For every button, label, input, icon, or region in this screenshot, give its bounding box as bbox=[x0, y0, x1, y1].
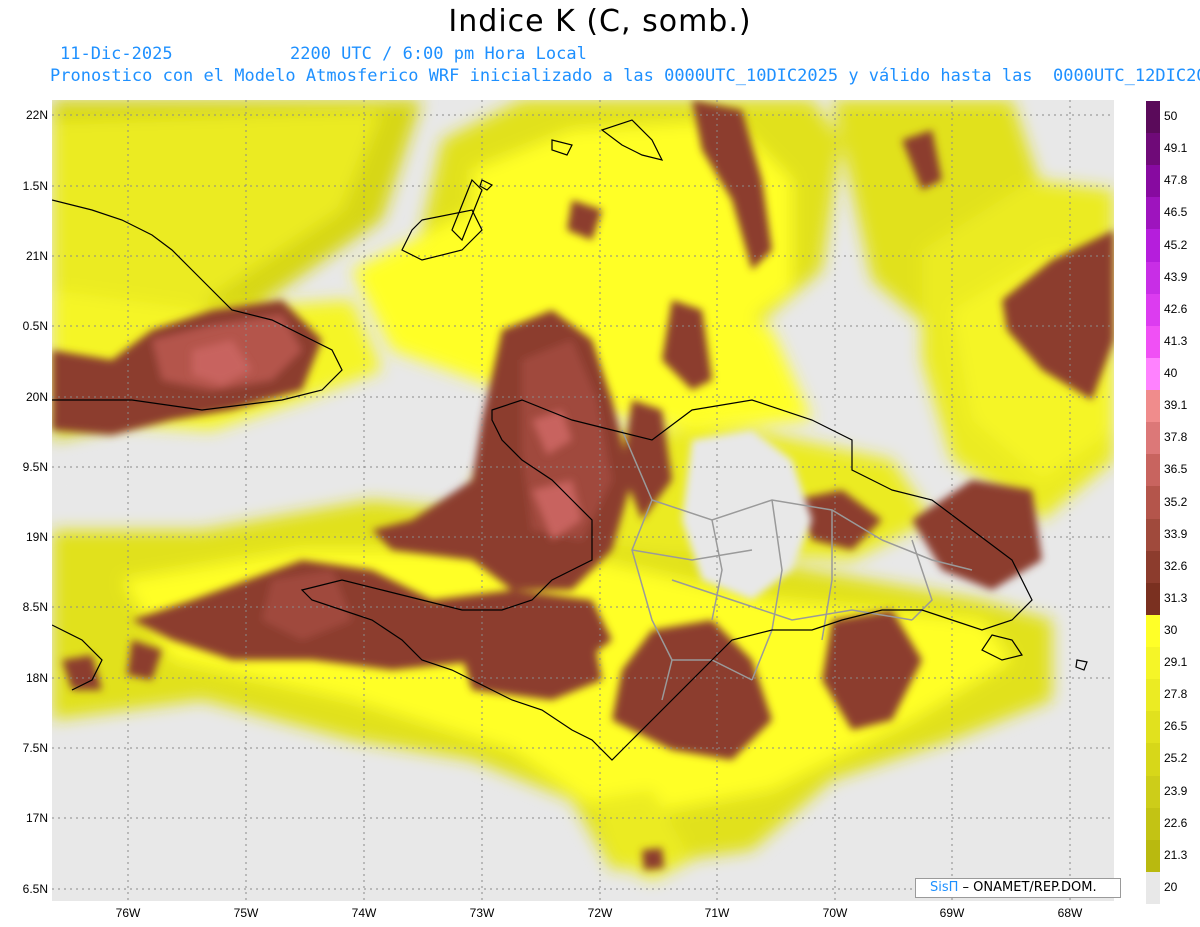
colorbar-segment bbox=[1146, 390, 1160, 423]
model-description: Pronostico con el Modelo Atmosferico WRF… bbox=[50, 66, 1200, 86]
lon-label-76w: 76W bbox=[115, 906, 141, 920]
colorbar-label: 39.1 bbox=[1164, 398, 1188, 413]
lon-label-69w: 69W bbox=[939, 906, 965, 920]
lon-label-71w: 71W bbox=[704, 906, 730, 920]
colorbar-label: 50 bbox=[1164, 109, 1178, 124]
lat-label-19.5n: 9.5N bbox=[22, 460, 48, 474]
lat-label-21n: 21N bbox=[25, 249, 48, 263]
colorbar-label: 35.2 bbox=[1164, 494, 1188, 509]
colorbar-label: 49.1 bbox=[1164, 141, 1188, 156]
forecast-time: 2200 UTC / 6:00 pm Hora Local bbox=[290, 44, 587, 64]
credit-text: – ONAMET/REP.DOM. bbox=[958, 880, 1097, 895]
colorbar-label: 30 bbox=[1164, 622, 1178, 637]
colorbar-segment bbox=[1146, 229, 1160, 263]
lat-label-20.5n: 0.5N bbox=[22, 319, 48, 333]
colorbar-label: 26.5 bbox=[1164, 719, 1188, 734]
lat-label-20n: 20N bbox=[25, 390, 48, 404]
lon-label-73w: 73W bbox=[469, 906, 495, 920]
lat-label-17n: 17N bbox=[25, 811, 48, 825]
colorbar-segment bbox=[1146, 807, 1160, 841]
colorbar-label: 42.6 bbox=[1164, 301, 1188, 316]
lon-label-72w: 72W bbox=[587, 906, 613, 920]
lat-label-16.5n: 6.5N bbox=[22, 882, 48, 896]
lon-label-70w: 70W bbox=[822, 906, 848, 920]
colorbar-label: 31.3 bbox=[1164, 590, 1188, 605]
colorbar-segment bbox=[1146, 550, 1160, 584]
lon-label-74w: 74W bbox=[351, 906, 377, 920]
map-panel bbox=[52, 100, 1114, 901]
colorbar-label: 32.6 bbox=[1164, 558, 1188, 573]
colorbar-segment bbox=[1146, 614, 1160, 648]
credit-box: SisΠ – ONAMET/REP.DOM. bbox=[915, 878, 1121, 898]
k-index-map bbox=[52, 100, 1114, 901]
colorbar-label: 45.2 bbox=[1164, 237, 1188, 252]
colorbar-label: 27.8 bbox=[1164, 687, 1188, 702]
colorbar-segment bbox=[1146, 422, 1160, 455]
colorbar-segment bbox=[1146, 454, 1160, 487]
colorbar-label: 37.8 bbox=[1164, 430, 1188, 445]
colorbar-label: 46.5 bbox=[1164, 205, 1188, 220]
colorbar-segment bbox=[1146, 293, 1160, 327]
colorbar-segment bbox=[1146, 647, 1160, 680]
colorbar-label: 25.2 bbox=[1164, 751, 1188, 766]
colorbar-segment bbox=[1146, 486, 1160, 520]
colorbar-segment bbox=[1146, 839, 1160, 873]
colorbar-segment bbox=[1146, 197, 1160, 230]
colorbar-label: 29.1 bbox=[1164, 655, 1188, 670]
colorbar-label: 21.3 bbox=[1164, 847, 1188, 862]
lon-label-68w: 68W bbox=[1057, 906, 1083, 920]
colorbar-segment bbox=[1146, 357, 1160, 391]
lon-label-75w: 75W bbox=[233, 906, 259, 920]
colorbar-segment bbox=[1146, 743, 1160, 776]
colorbar-segment bbox=[1146, 261, 1160, 295]
colorbar-label: 33.9 bbox=[1164, 526, 1188, 541]
lat-label-21.5n: 1.5N bbox=[22, 179, 48, 193]
lat-label-22n: 22N bbox=[25, 108, 48, 122]
colorbar-segment bbox=[1146, 133, 1160, 166]
colorbar-label: 20 bbox=[1164, 879, 1178, 894]
colorbar bbox=[1146, 101, 1160, 905]
sispi-logo: SisΠ bbox=[930, 880, 959, 895]
colorbar-label: 41.3 bbox=[1164, 333, 1188, 348]
colorbar-segment bbox=[1146, 518, 1160, 552]
colorbar-segment bbox=[1146, 325, 1160, 359]
colorbar-segment bbox=[1146, 679, 1160, 712]
lat-label-19n: 19N bbox=[25, 530, 48, 544]
colorbar-label: 36.5 bbox=[1164, 462, 1188, 477]
colorbar-segment bbox=[1146, 711, 1160, 744]
colorbar-label: 23.9 bbox=[1164, 783, 1188, 798]
colorbar-segment bbox=[1146, 775, 1160, 809]
colorbar-label: 47.8 bbox=[1164, 173, 1188, 188]
colorbar-label: 40 bbox=[1164, 366, 1178, 381]
colorbar-label: 43.9 bbox=[1164, 269, 1188, 284]
forecast-date: 11-Dic-2025 bbox=[60, 44, 173, 64]
colorbar-label: 22.6 bbox=[1164, 815, 1188, 830]
lat-label-18.5n: 8.5N bbox=[22, 600, 48, 614]
colorbar-segment bbox=[1146, 582, 1160, 616]
lat-label-17.5n: 7.5N bbox=[22, 741, 48, 755]
lat-label-18n: 18N bbox=[25, 671, 48, 685]
colorbar-segment bbox=[1146, 101, 1160, 134]
colorbar-segment bbox=[1146, 165, 1160, 198]
colorbar-segment bbox=[1146, 871, 1160, 905]
map-title: Indice K (C, somb.) bbox=[448, 4, 752, 39]
